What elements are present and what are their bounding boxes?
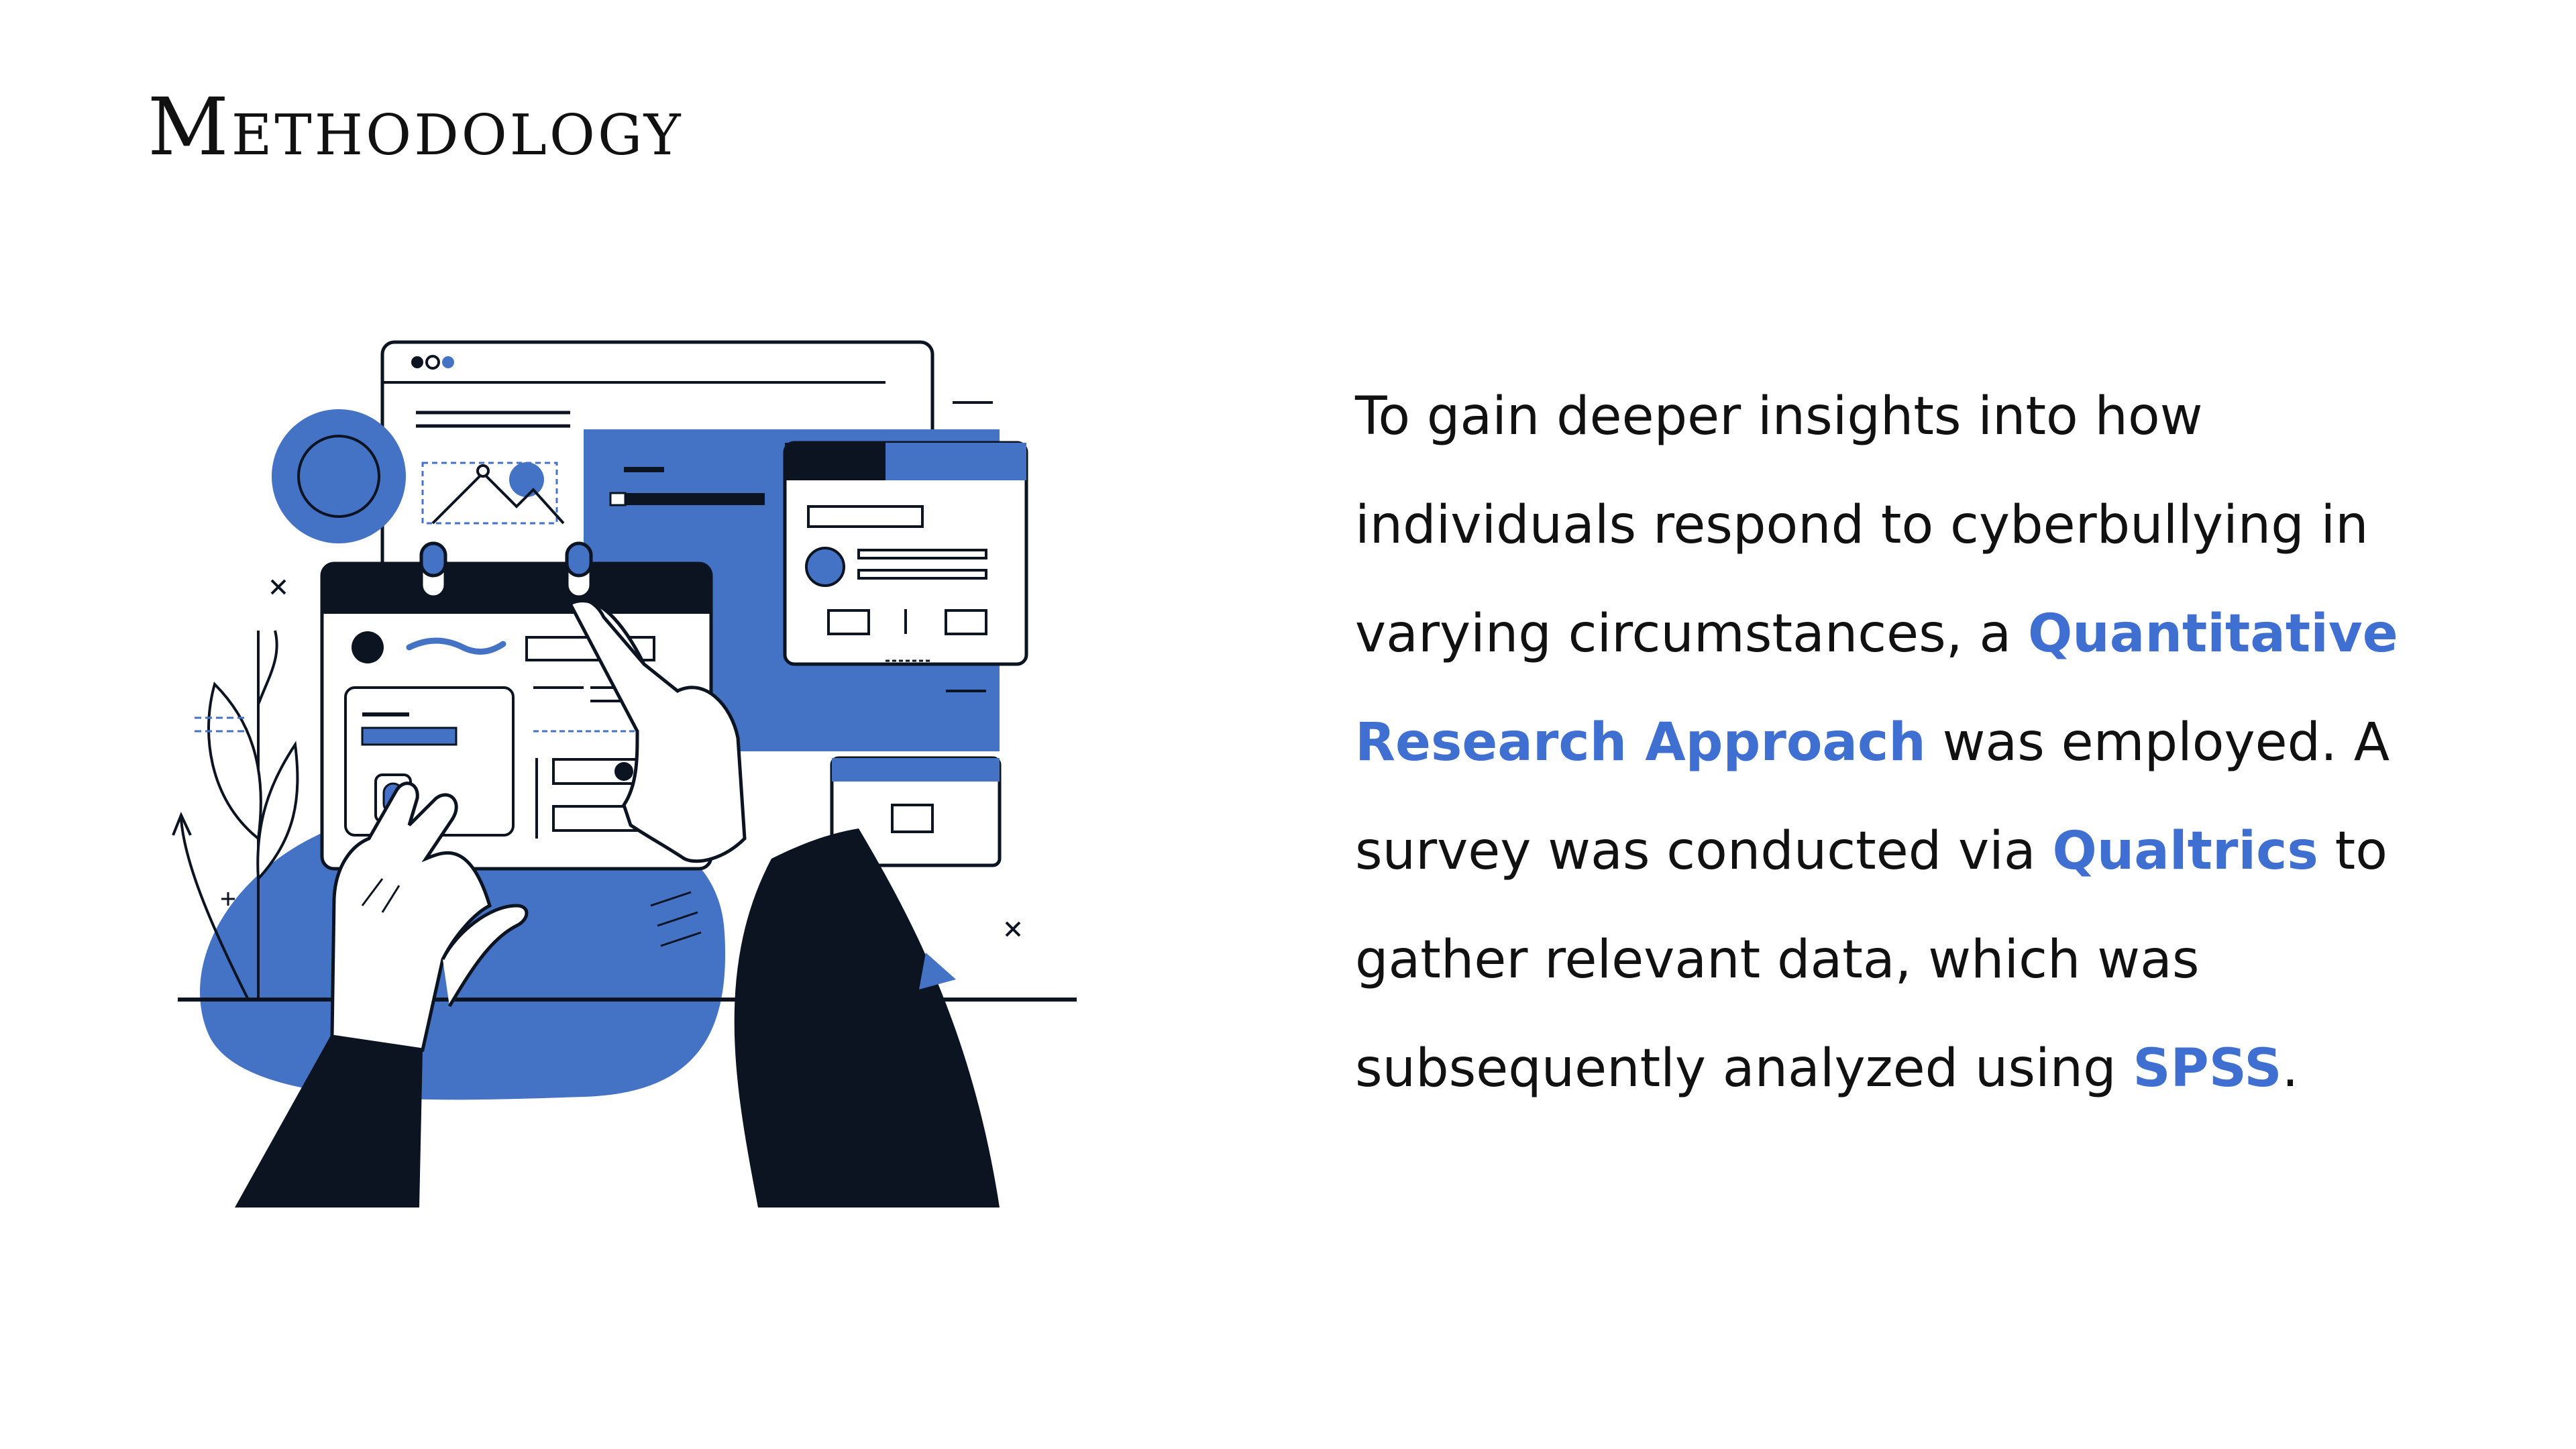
slide-title: Methodology [148, 80, 684, 173]
blue-circle-shape [272, 409, 406, 543]
right-sleeve [734, 828, 1000, 1208]
paragraph-text-4: . [2282, 1038, 2299, 1099]
highlight-spss: SPSS [2133, 1038, 2282, 1099]
slide: Methodology To gain deeper insights into… [0, 0, 2576, 1449]
methodology-paragraph: To gain deeper insights into how individ… [1355, 362, 2428, 1123]
hands-using-web-forms-illustration [172, 340, 1077, 1208]
highlight-qualtrics: Qualtrics [2052, 821, 2318, 881]
